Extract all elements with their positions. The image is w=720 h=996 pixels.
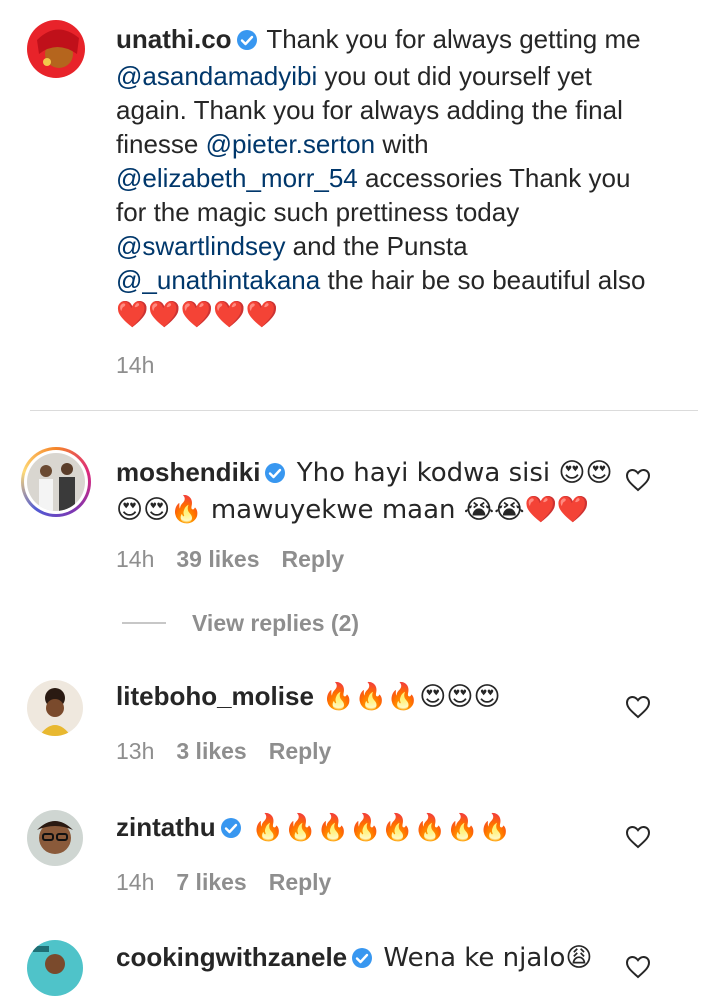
- avatar-image: [27, 680, 83, 736]
- comment-text: zintathu 🔥🔥🔥🔥🔥🔥🔥🔥: [116, 810, 616, 847]
- like-heart-icon[interactable]: [625, 695, 651, 724]
- caption-part: the hair be so beautiful also: [320, 265, 646, 295]
- avatar-image: [27, 453, 85, 511]
- caption-text: unathi.co Thank you for always getting m…: [116, 22, 656, 332]
- caption-meta: 14h: [116, 352, 176, 379]
- replies-divider-line: [122, 622, 166, 624]
- comment-timestamp: 14h: [116, 546, 155, 572]
- mention-link[interactable]: @pieter.serton: [206, 129, 375, 159]
- comment-body: 🔥🔥🔥🔥🔥🔥🔥🔥: [243, 813, 511, 843]
- like-heart-icon[interactable]: [625, 825, 651, 854]
- comment-text: liteboho_molise 🔥🔥🔥😍😍😍: [116, 679, 616, 714]
- mention-link[interactable]: @_unathintakana: [116, 265, 320, 295]
- caption-part: with: [375, 129, 429, 159]
- comment-text: cookingwithzanele Wena ke njalo😩: [116, 940, 616, 977]
- like-heart-icon[interactable]: [625, 955, 651, 984]
- comment-body: 🔥🔥🔥😍😍😍: [313, 682, 501, 712]
- reply-button[interactable]: Reply: [282, 546, 345, 572]
- divider: [30, 410, 698, 411]
- verified-badge-icon: [351, 943, 373, 977]
- avatar-image: [27, 810, 83, 866]
- mention-link[interactable]: @asandamadyibi: [116, 61, 317, 91]
- verified-badge-icon: [264, 458, 286, 492]
- likes-count[interactable]: 3 likes: [176, 738, 246, 764]
- reply-button[interactable]: Reply: [269, 738, 332, 764]
- reply-button[interactable]: Reply: [269, 869, 332, 895]
- avatar-unathi[interactable]: [27, 20, 85, 78]
- comment-username[interactable]: cookingwithzanele: [116, 942, 347, 972]
- verified-badge-icon: [236, 25, 258, 59]
- caption-part: and the Punsta: [285, 231, 468, 261]
- likes-count[interactable]: 39 likes: [176, 546, 259, 572]
- comment-username[interactable]: zintathu: [116, 812, 216, 842]
- caption-username[interactable]: unathi.co: [116, 24, 232, 54]
- comment-meta: 14h 7 likes Reply: [116, 869, 353, 896]
- heart-emoji-row: ❤️❤️❤️❤️❤️: [116, 300, 278, 330]
- avatar-moshendiki[interactable]: [27, 453, 85, 511]
- avatar-image: [27, 20, 85, 78]
- comment-meta: 13h 3 likes Reply: [116, 738, 353, 765]
- caption-part: Thank you for always getting me: [259, 24, 641, 54]
- avatar-liteboho[interactable]: [27, 680, 83, 736]
- comment-timestamp: 13h: [116, 738, 155, 764]
- comment-timestamp: 14h: [116, 869, 155, 895]
- comment-meta: 14h 39 likes Reply: [116, 546, 366, 573]
- comment-username[interactable]: moshendiki: [116, 457, 260, 487]
- verified-badge-icon: [220, 813, 242, 847]
- like-heart-icon[interactable]: [625, 468, 651, 497]
- avatar-image: [27, 940, 83, 996]
- likes-count[interactable]: 7 likes: [176, 869, 246, 895]
- mention-link[interactable]: @elizabeth_morr_54: [116, 163, 358, 193]
- avatar-zintathu[interactable]: [27, 810, 83, 866]
- view-replies-label: View replies (2): [192, 610, 360, 636]
- comment-username[interactable]: liteboho_molise: [116, 681, 314, 711]
- mention-link[interactable]: @swartlindsey: [116, 231, 285, 261]
- comment-body: Wena ke njalo😩: [375, 943, 593, 973]
- caption-timestamp: 14h: [116, 352, 155, 378]
- comment-text: moshendiki Yho hayi kodwa sisi 😍😍 😍😍🔥 ma…: [116, 455, 616, 527]
- avatar-cookingwithzanele[interactable]: [27, 940, 83, 996]
- view-replies-button[interactable]: View replies (2): [122, 610, 359, 637]
